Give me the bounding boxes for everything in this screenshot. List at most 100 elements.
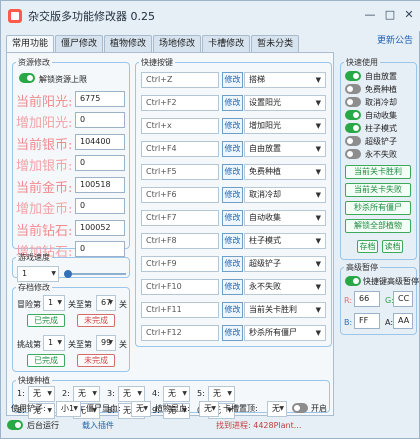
unlock-resource-toggle[interactable]: [19, 73, 35, 83]
current-gold-input[interactable]: 100518: [75, 177, 125, 193]
tab-common[interactable]: 常用功能: [6, 35, 55, 53]
plant-health-select[interactable]: 无: [199, 401, 219, 417]
hotkey-edit-button-11[interactable]: 修改: [222, 302, 243, 318]
hotkey-key-12[interactable]: Ctrl+F12: [141, 325, 219, 341]
tab-slot[interactable]: 卡槽修改: [202, 35, 251, 53]
background-run-label: 后台运行: [27, 421, 59, 430]
advanced-pause-label: 快捷键高级暂停: [363, 277, 419, 286]
hotkey-action-3[interactable]: 增加阳光: [244, 118, 326, 134]
free-place-toggle[interactable]: [345, 71, 361, 81]
advanced-pause-toggle[interactable]: [345, 276, 361, 286]
quick-plant-slot-2[interactable]: 无: [73, 386, 100, 402]
quick-plant-slot-5[interactable]: 无: [208, 386, 235, 402]
add-gold-input[interactable]: 0: [75, 198, 125, 214]
hotkey-key-11[interactable]: Ctrl+F11: [141, 302, 219, 318]
no-cooldown-toggle[interactable]: [345, 97, 361, 107]
shovel-select[interactable]: 小1: [56, 401, 81, 417]
hotkey-key-8[interactable]: Ctrl+F8: [141, 233, 219, 249]
close-icon[interactable]: ✕: [402, 8, 416, 22]
hotkey-edit-button-6[interactable]: 修改: [222, 187, 243, 203]
hotkey-key-6[interactable]: Ctrl+F6: [141, 187, 219, 203]
hotkey-key-10[interactable]: Ctrl+F10: [141, 279, 219, 295]
adventure-to-select[interactable]: 67: [96, 295, 116, 311]
auto-collect-toggle[interactable]: [345, 110, 361, 120]
speed-slider-thumb[interactable]: [64, 270, 72, 278]
never-fail-toggle[interactable]: [345, 149, 361, 159]
hotkey-edit-button-10[interactable]: 修改: [222, 279, 243, 295]
hotkey-action-6[interactable]: 取消冷却: [244, 187, 326, 203]
hotkey-edit-button-3[interactable]: 修改: [222, 118, 243, 134]
challenge-incomplete-button[interactable]: 未完成: [77, 354, 115, 367]
hotkey-action-1[interactable]: 搭梯: [244, 72, 326, 88]
hotkey-edit-button-5[interactable]: 修改: [222, 164, 243, 180]
hotkey-action-2[interactable]: 设置阳光: [244, 95, 326, 111]
tab-plant[interactable]: 植物修改: [104, 35, 153, 53]
challenge-complete-button[interactable]: 已完成: [27, 354, 65, 367]
hotkey-action-11[interactable]: 当前关卡胜利: [244, 302, 326, 318]
g-input[interactable]: CC: [393, 291, 413, 307]
hotkey-key-4[interactable]: Ctrl+F4: [141, 141, 219, 157]
more-settings-link[interactable]: 更新公告: [377, 33, 413, 46]
adventure-incomplete-button[interactable]: 未完成: [77, 314, 115, 327]
speed-select[interactable]: 1: [17, 266, 59, 282]
speed-slider-track[interactable]: [64, 273, 126, 275]
free-plant-label: 免费种植: [365, 85, 397, 94]
r-input[interactable]: 66: [354, 291, 380, 307]
challenge-to-select[interactable]: 99: [96, 335, 116, 351]
hotkey-action-4[interactable]: 自由放置: [244, 141, 326, 157]
hotkey-action-10[interactable]: 永不失败: [244, 279, 326, 295]
open-toggle[interactable]: [292, 403, 308, 413]
save-button[interactable]: 存档: [357, 240, 378, 253]
minimize-icon[interactable]: —: [363, 8, 377, 22]
hotkey-action-9[interactable]: 超级铲子: [244, 256, 326, 272]
add-silver-input[interactable]: 0: [75, 155, 125, 171]
maximize-icon[interactable]: □: [383, 8, 397, 22]
challenge-select[interactable]: 1: [43, 335, 65, 351]
load-button[interactable]: 读档: [382, 240, 403, 253]
tab-field[interactable]: 场地修改: [153, 35, 202, 53]
pillar-mode-toggle[interactable]: [345, 123, 361, 133]
current-sun-input[interactable]: 6775: [75, 91, 125, 107]
hotkey-edit-button-1[interactable]: 修改: [222, 72, 243, 88]
hotkey-key-7[interactable]: Ctrl+F7: [141, 210, 219, 226]
hotkey-action-5[interactable]: 免费种植: [244, 164, 326, 180]
zombie-health-select[interactable]: 无: [131, 401, 151, 417]
hotkey-key-1[interactable]: Ctrl+Z: [141, 72, 219, 88]
hotkey-action-12[interactable]: 秒杀所有僵尸: [244, 325, 326, 341]
free-plant-toggle[interactable]: [345, 84, 361, 94]
hotkey-key-3[interactable]: Ctrl+x: [141, 118, 219, 134]
level-win-button[interactable]: 当前关卡胜利: [345, 165, 411, 179]
hotkey-edit-button-9[interactable]: 修改: [222, 256, 243, 272]
hotkey-edit-button-2[interactable]: 修改: [222, 95, 243, 111]
quick-plant-slot-label-1: 1:: [17, 389, 25, 398]
adventure-select[interactable]: 1: [43, 295, 65, 311]
slot-top-select[interactable]: 无: [267, 401, 287, 417]
hotkey-edit-button-12[interactable]: 修改: [222, 325, 243, 341]
add-sun-input[interactable]: 0: [75, 112, 125, 128]
hotkey-key-5[interactable]: Ctrl+F5: [141, 164, 219, 180]
kill-all-zombies-button[interactable]: 秒杀所有僵尸: [345, 201, 411, 215]
hotkey-key-2[interactable]: Ctrl+F2: [141, 95, 219, 111]
hotkey-key-9[interactable]: Ctrl+F9: [141, 256, 219, 272]
load-plugin-link[interactable]: 载入插件: [82, 420, 114, 431]
hotkey-edit-button-4[interactable]: 修改: [222, 141, 243, 157]
hotkey-action-8[interactable]: 柱子模式: [244, 233, 326, 249]
tab-misc[interactable]: 暂未分类: [251, 35, 300, 53]
background-run-toggle[interactable]: [7, 420, 23, 430]
quick-plant-slot-3[interactable]: 无: [118, 386, 145, 402]
hotkey-action-7[interactable]: 自动收集: [244, 210, 326, 226]
quick-use-legend: 快速使用: [346, 58, 378, 67]
adventure-complete-button[interactable]: 已完成: [27, 314, 65, 327]
quick-plant-slot-4[interactable]: 无: [163, 386, 190, 402]
current-silver-input[interactable]: 104400: [75, 134, 125, 150]
hotkey-edit-button-7[interactable]: 修改: [222, 210, 243, 226]
level-fail-button[interactable]: 当前关卡失败: [345, 183, 411, 197]
a-input[interactable]: AA: [393, 313, 413, 329]
unlock-all-plants-button[interactable]: 解锁全部植物: [345, 219, 411, 233]
super-shovel-toggle[interactable]: [345, 136, 361, 146]
b-input[interactable]: FF: [354, 313, 380, 329]
tab-zombie[interactable]: 僵尸修改: [55, 35, 104, 53]
current-diamond-input[interactable]: 100052: [75, 220, 125, 236]
hotkey-edit-button-8[interactable]: 修改: [222, 233, 243, 249]
quick-plant-slot-1[interactable]: 无: [28, 386, 55, 402]
